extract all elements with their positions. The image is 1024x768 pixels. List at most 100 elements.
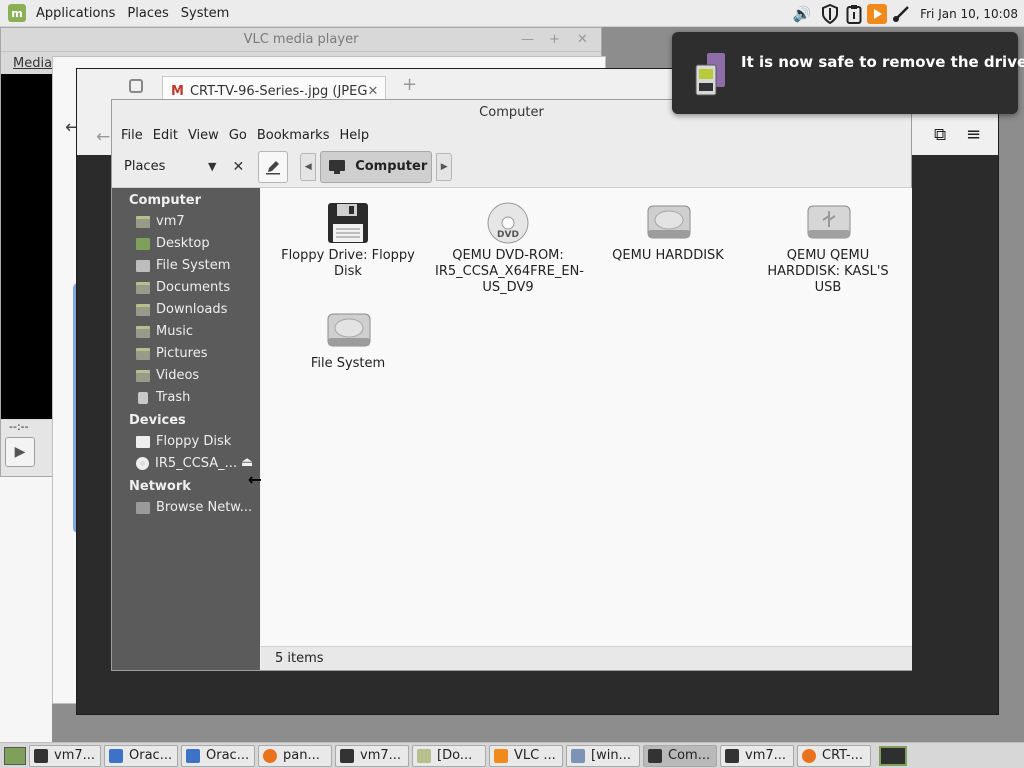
- tab-overview-icon[interactable]: [129, 79, 143, 93]
- shield-icon[interactable]: [818, 3, 842, 24]
- removable-drive-icon: [693, 53, 727, 103]
- eject-icon[interactable]: ⏏: [241, 455, 253, 470]
- taskbar-item-oracle-1[interactable]: Orac...: [104, 744, 178, 767]
- workspace-switcher[interactable]: [879, 745, 907, 766]
- vlc-tray-icon[interactable]: [866, 3, 888, 24]
- sidebar-item-downloads[interactable]: Downloads: [136, 302, 227, 317]
- content-area: Floppy Drive: Floppy Disk DVD QEMU DVD-R…: [261, 188, 912, 646]
- vlc-maximize-icon[interactable]: +: [549, 32, 560, 47]
- folder-icon: [417, 748, 431, 763]
- vlc-minimize-icon[interactable]: —: [521, 32, 534, 47]
- desktop-icon: [136, 237, 150, 250]
- sidebar-item-music[interactable]: Music: [136, 324, 193, 339]
- system-menu[interactable]: System: [175, 0, 235, 27]
- harddisk-icon: [326, 310, 371, 350]
- item-floppy-drive[interactable]: Floppy Drive: Floppy Disk: [275, 202, 421, 280]
- virtualbox-icon: [186, 748, 200, 763]
- sidebar-item-pictures[interactable]: Pictures: [136, 346, 207, 361]
- terminal-icon: [34, 748, 48, 763]
- disc-icon: [136, 457, 149, 470]
- taskbar-item-oracle-2[interactable]: Orac...: [181, 744, 255, 767]
- pictures-folder-icon: [136, 347, 150, 360]
- drive-icon: [136, 259, 150, 272]
- fm-toolbar: Places ▼ ✕ ◀ Computer ▶: [112, 146, 911, 188]
- home-folder-icon: [136, 215, 150, 228]
- pencil-icon: [266, 160, 281, 174]
- volume-icon[interactable]: 🔊: [788, 3, 816, 24]
- sidebar-item-desktop[interactable]: Desktop: [136, 236, 210, 251]
- taskbar-item-crt[interactable]: CRT-...: [797, 744, 871, 767]
- image-icon: [571, 748, 585, 763]
- notification-message: It is now safe to remove the drive: [741, 53, 1024, 71]
- clock[interactable]: Fri Jan 10, 10:08: [920, 0, 1018, 27]
- taskbar-item-terminal-1[interactable]: vm7...: [29, 744, 101, 767]
- places-dropdown-icon[interactable]: ▼: [208, 160, 216, 173]
- sidebar-item-dvd[interactable]: IR5_CCSA_...: [136, 456, 237, 471]
- sidebar-item-vm7[interactable]: vm7: [136, 214, 185, 229]
- mint-logo-icon[interactable]: m: [8, 4, 26, 22]
- vlc-time: --:--: [9, 420, 29, 433]
- file-manager-window: Computer ← File Edit View Go Bookmarks H…: [96, 99, 912, 671]
- firefox-icon: [263, 748, 277, 763]
- taskbar-item-terminal-3[interactable]: vm7...: [720, 744, 794, 767]
- edit-location-button[interactable]: [258, 150, 289, 183]
- status-bar: 5 items: [261, 646, 912, 670]
- menu-file[interactable]: File: [116, 128, 148, 143]
- sidebar: Computer vm7 Desktop File System Documen…: [112, 188, 260, 670]
- sidebar-heading-computer: Computer: [129, 193, 202, 208]
- extensions-icon[interactable]: ⧉: [934, 125, 946, 145]
- tab-close-icon[interactable]: ✕: [367, 84, 378, 99]
- breadcrumb-computer[interactable]: Computer: [320, 150, 433, 183]
- places-menu[interactable]: Places: [121, 0, 174, 27]
- new-tab-button[interactable]: +: [402, 74, 417, 95]
- sidebar-item-videos[interactable]: Videos: [136, 368, 199, 383]
- taskbar-item-downloads[interactable]: [Do...: [412, 744, 486, 767]
- show-desktop-icon[interactable]: [4, 746, 26, 765]
- usb-drive-icon: [806, 202, 851, 242]
- hamburger-menu-icon[interactable]: ≡: [966, 124, 981, 145]
- item-label: QEMU DVD-ROM: IR5_CCSA_X64FRE_EN-US_DV9: [435, 248, 584, 295]
- taskbar-item-firefox[interactable]: pan...: [258, 744, 332, 767]
- breadcrumb-right-icon[interactable]: ▶: [436, 152, 453, 181]
- fm-back-arrow-icon[interactable]: ←: [96, 127, 110, 147]
- terminal-icon: [725, 748, 739, 763]
- item-dvd-rom[interactable]: DVD QEMU DVD-ROM: IR5_CCSA_X64FRE_EN-US_…: [435, 202, 584, 296]
- floppy-icon: [326, 202, 370, 243]
- menu-edit[interactable]: Edit: [148, 128, 183, 143]
- sidebar-item-floppy-disk[interactable]: Floppy Disk: [136, 434, 231, 449]
- menu-go[interactable]: Go: [224, 128, 252, 143]
- item-usb-harddisk[interactable]: QEMU QEMU HARDDISK: KASL'S USB: [755, 202, 901, 296]
- monitor-icon: [648, 748, 662, 763]
- taskbar-item-computer[interactable]: Com...: [643, 744, 717, 767]
- network-icon[interactable]: [890, 3, 912, 24]
- places-selector-label[interactable]: Places: [124, 159, 196, 174]
- item-qemu-harddisk[interactable]: QEMU HARDDISK: [595, 202, 741, 264]
- music-folder-icon: [136, 325, 150, 338]
- applications-menu[interactable]: Applications: [30, 0, 121, 27]
- taskbar-item-win[interactable]: [win...: [566, 744, 640, 767]
- sidebar-item-file-system[interactable]: File System: [136, 258, 230, 273]
- item-file-system[interactable]: File System: [275, 310, 421, 372]
- vlc-media-menu[interactable]: Media: [13, 56, 52, 71]
- item-label: File System: [310, 356, 386, 371]
- play-icon[interactable]: ▶: [5, 437, 35, 467]
- clipboard-icon[interactable]: [844, 3, 864, 24]
- sidebar-item-browse-network[interactable]: Browse Netw...: [136, 500, 252, 515]
- close-sidebar-icon[interactable]: ✕: [232, 159, 244, 175]
- sidebar-item-trash[interactable]: Trash: [136, 390, 190, 405]
- menu-bookmarks[interactable]: Bookmarks: [252, 128, 335, 143]
- background-window: [0, 477, 52, 745]
- menu-view[interactable]: View: [183, 128, 224, 143]
- taskbar-item-terminal-2[interactable]: vm7...: [335, 744, 409, 767]
- network-folder-icon: [136, 501, 150, 514]
- sidebar-item-documents[interactable]: Documents: [136, 280, 230, 295]
- vlc-icon: [494, 748, 508, 763]
- taskbar-item-vlc[interactable]: VLC ...: [489, 744, 563, 767]
- menu-help[interactable]: Help: [334, 128, 374, 143]
- breadcrumb-left-icon[interactable]: ◀: [300, 152, 317, 181]
- vlc-video-area: [1, 74, 52, 419]
- vlc-close-icon[interactable]: ✕: [577, 32, 588, 47]
- sidebar-heading-network: Network: [129, 479, 191, 494]
- videos-folder-icon: [136, 369, 150, 382]
- notification[interactable]: It is now safe to remove the drive: [672, 32, 1024, 114]
